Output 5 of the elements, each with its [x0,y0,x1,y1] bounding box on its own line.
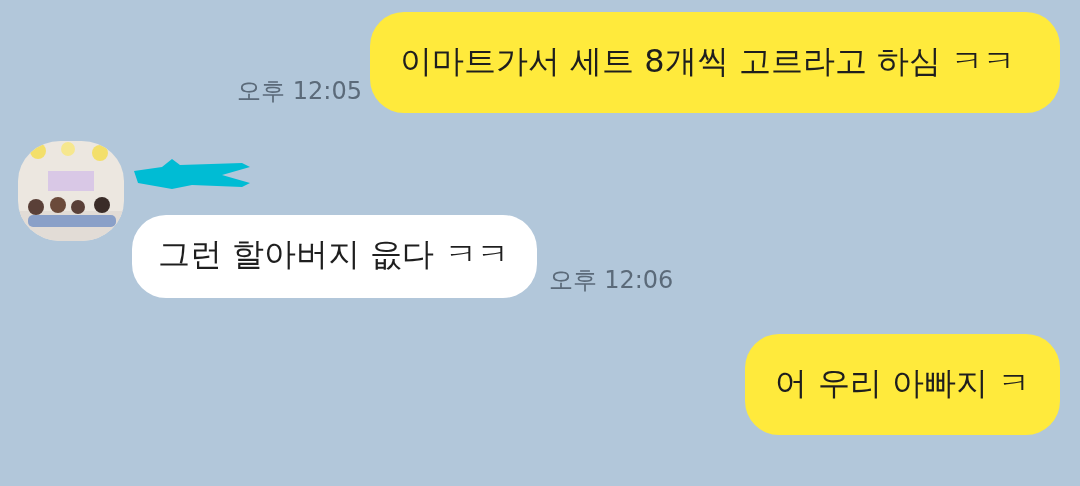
message-bubble: 이마트가서 세트 8개씩 고르라고 하심 ㅋㅋ [370,12,1060,113]
message-bubble: 그런 할아버지 읎다 ㅋㅋ [132,215,537,298]
message-time: 오후 12:05 [237,76,362,107]
message-time: 오후 12:06 [548,265,674,296]
message-bubble: 어 우리 아빠지 ㅋ [745,334,1060,435]
